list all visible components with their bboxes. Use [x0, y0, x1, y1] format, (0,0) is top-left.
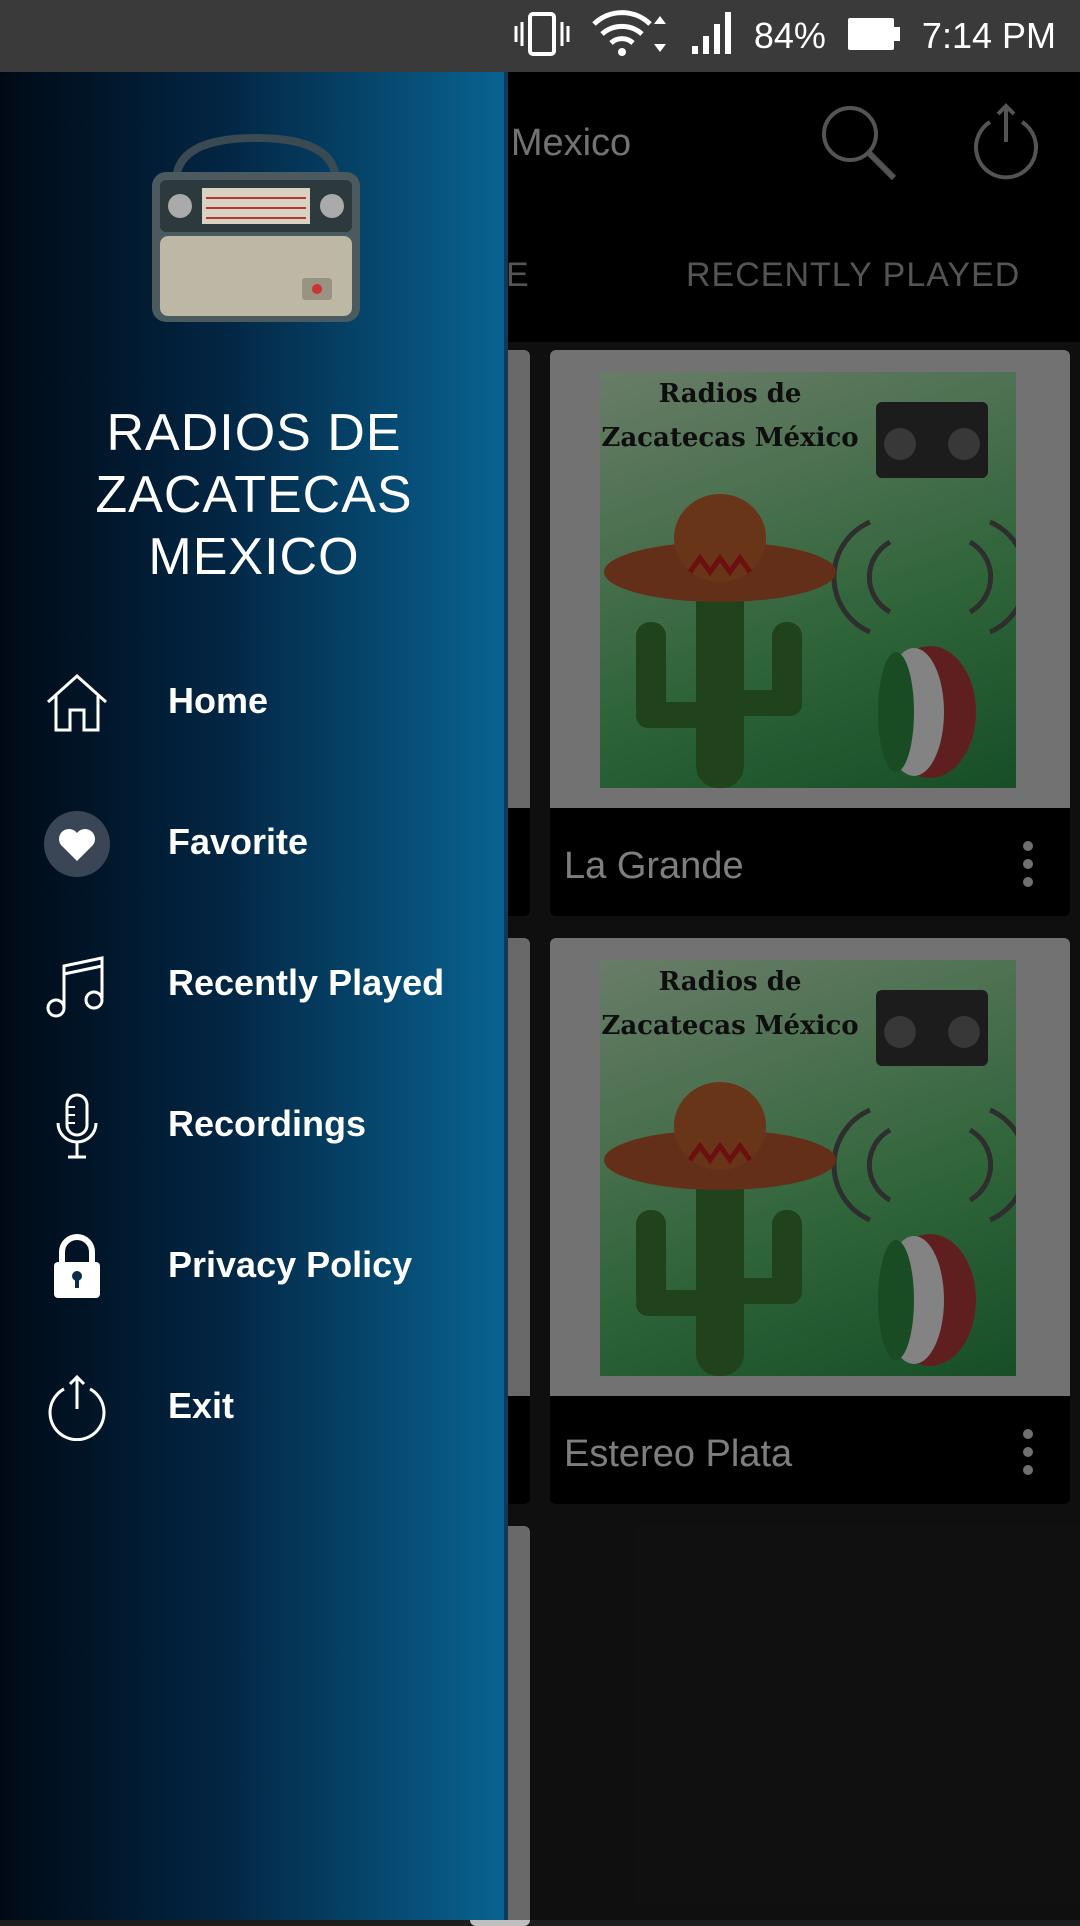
- battery-percent: 84%: [753, 15, 826, 56]
- menu-item-exit[interactable]: Exit: [0, 1337, 508, 1478]
- power-icon: [48, 1375, 106, 1441]
- signal-icon: [690, 10, 734, 63]
- heart-icon: [44, 811, 110, 877]
- navigation-drawer: RADIOS DE ZACATECAS MEXICO Home Favorite: [0, 72, 508, 1920]
- microphone-icon: [56, 1093, 98, 1159]
- music-note-icon: [46, 956, 104, 1018]
- drawer-title: RADIOS DE ZACATECAS MEXICO: [95, 404, 413, 586]
- battery-icon: [846, 14, 902, 59]
- menu-item-home[interactable]: Home: [0, 632, 508, 773]
- lock-icon: [54, 1234, 100, 1298]
- menu-item-recently-played[interactable]: Recently Played: [0, 914, 508, 1055]
- menu-item-privacy-policy[interactable]: Privacy Policy: [0, 1196, 508, 1337]
- menu-item-favorite[interactable]: Favorite: [0, 773, 508, 914]
- wifi-icon: [590, 9, 670, 63]
- drawer-menu: Home Favorite Recently Played Recordings…: [0, 632, 508, 1478]
- status-bar: 84% 7:14 PM: [0, 0, 1080, 72]
- clock: 7:14 PM: [921, 15, 1056, 56]
- home-icon: [46, 673, 108, 732]
- menu-item-recordings[interactable]: Recordings: [0, 1055, 508, 1196]
- vintage-radio-logo: [152, 133, 360, 322]
- vibrate-icon: [514, 10, 570, 63]
